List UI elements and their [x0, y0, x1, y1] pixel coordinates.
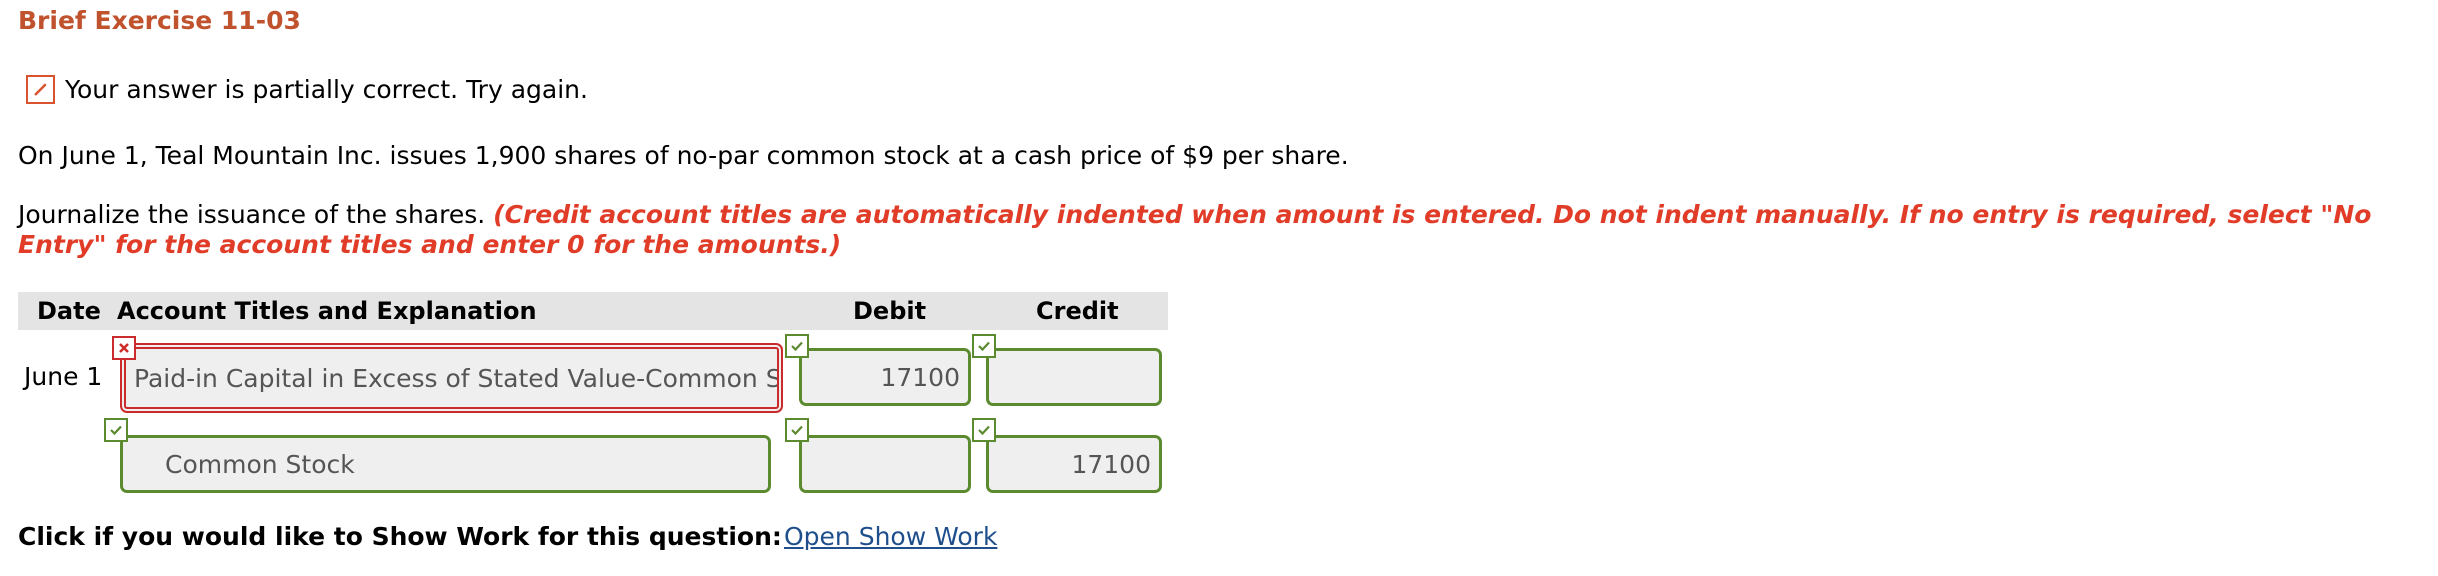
correct-check-icon	[785, 418, 809, 442]
header-account: Account Titles and Explanation	[117, 297, 537, 325]
header-debit: Debit	[853, 297, 927, 325]
row2-account-field[interactable]: Common Stock	[120, 435, 771, 493]
instructions: Journalize the issuance of the shares. (…	[18, 200, 2428, 260]
row2-debit-field[interactable]	[799, 435, 971, 493]
pencil-icon	[26, 74, 55, 104]
journal-table-header: Date Account Titles and Explanation Debi…	[18, 292, 1168, 330]
header-credit: Credit	[1036, 297, 1119, 325]
open-show-work-link[interactable]: Open Show Work	[784, 522, 997, 551]
row1-date: June 1	[24, 362, 103, 391]
row2-credit-field[interactable]: 17100	[986, 435, 1162, 493]
row1-credit-field[interactable]	[986, 348, 1162, 406]
show-work-prompt: Click if you would like to Show Work for…	[18, 522, 782, 551]
correct-check-icon	[104, 418, 128, 442]
header-date: Date	[37, 297, 101, 325]
exercise-title: Brief Exercise 11-03	[18, 6, 301, 35]
row1-account-field[interactable]: Paid-in Capital in Excess of Stated Valu…	[120, 343, 783, 413]
correct-check-icon	[785, 334, 809, 358]
row1-debit-field[interactable]: 17100	[799, 348, 971, 406]
feedback-banner: Your answer is partially correct. Try ag…	[26, 72, 588, 106]
feedback-message: Your answer is partially correct. Try ag…	[65, 74, 588, 104]
instructions-text: Journalize the issuance of the shares.	[18, 200, 494, 229]
correct-check-icon	[972, 334, 996, 358]
incorrect-x-icon	[112, 336, 136, 360]
problem-statement: On June 1, Teal Mountain Inc. issues 1,9…	[18, 141, 1349, 170]
correct-check-icon	[972, 418, 996, 442]
